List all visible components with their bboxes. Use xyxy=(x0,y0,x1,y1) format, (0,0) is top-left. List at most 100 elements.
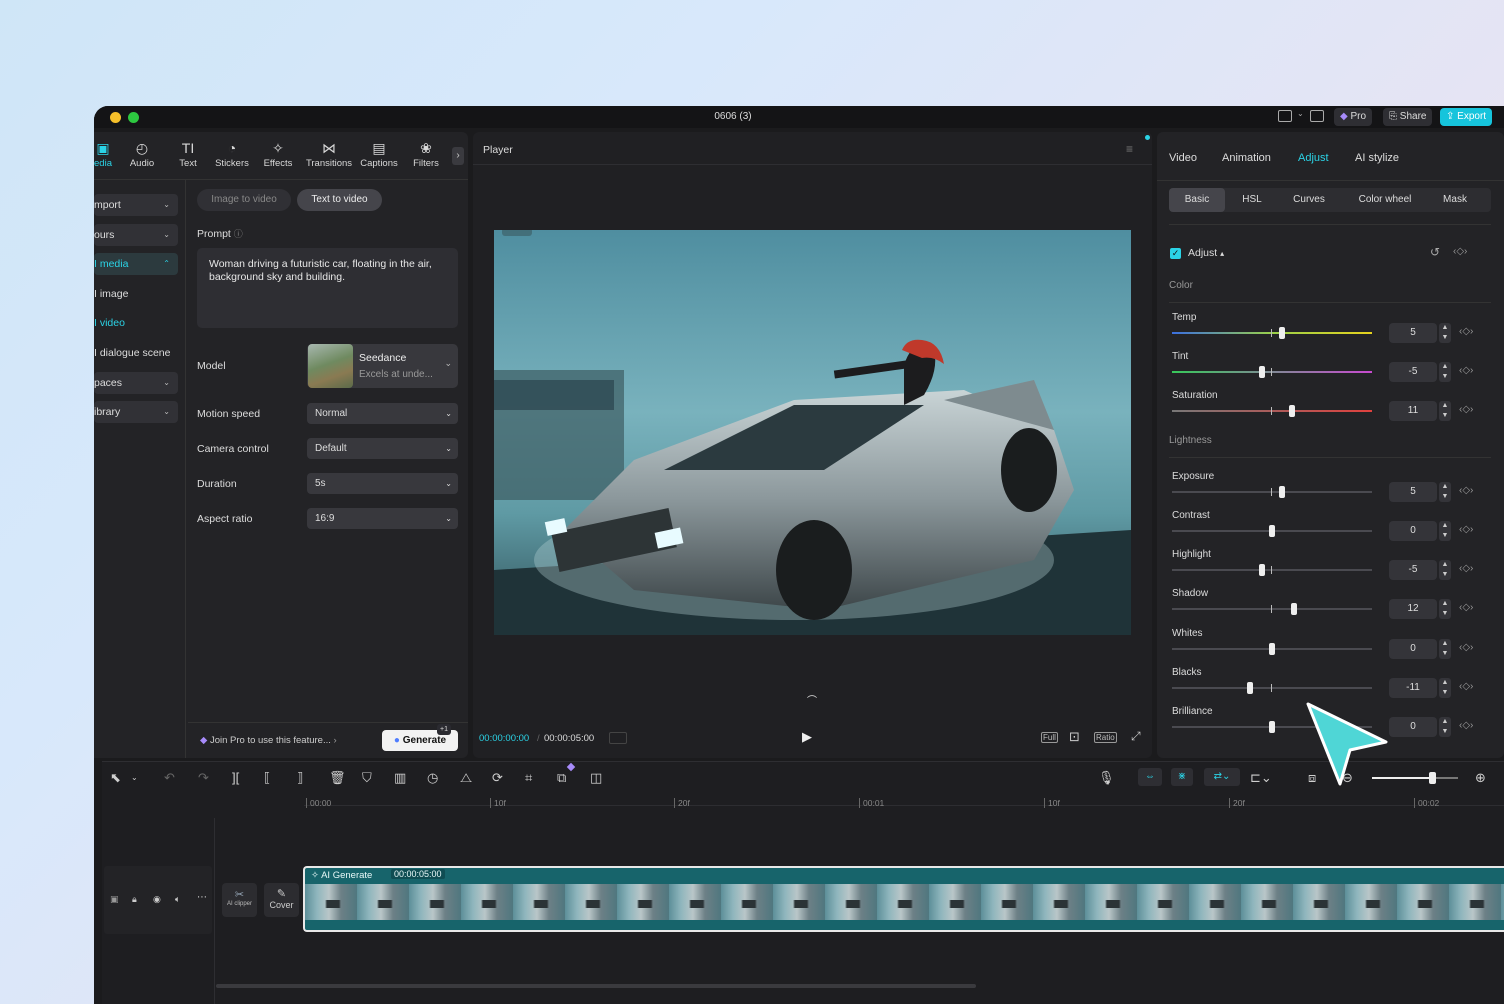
subtab-color-wheel[interactable]: Color wheel xyxy=(1349,188,1421,212)
split-icon[interactable]: ][ xyxy=(232,770,239,786)
toolbar-effects[interactable]: ✧ Effects xyxy=(260,140,296,169)
keyframe-icon[interactable]: ‹◇› xyxy=(1459,642,1473,653)
tab-text-to-video[interactable]: Text to video xyxy=(297,189,382,211)
stepper-icon[interactable]: ▲ ▼ xyxy=(1439,482,1451,502)
join-pro-link[interactable]: ◆ Join Pro to use this feature... › xyxy=(200,735,337,746)
stepper-icon[interactable]: ▲ ▼ xyxy=(1439,521,1451,541)
tab-video[interactable]: Video xyxy=(1169,152,1197,164)
undo-icon[interactable]: ↶ xyxy=(164,770,175,786)
slider-handle[interactable] xyxy=(1247,682,1253,694)
slider-value-highlight[interactable]: -5 xyxy=(1389,560,1437,580)
subtab-basic[interactable]: Basic xyxy=(1169,188,1225,212)
subtab-curves[interactable]: Curves xyxy=(1281,188,1337,212)
slider-value-tint[interactable]: -5 xyxy=(1389,362,1437,382)
ai-clipper-button[interactable]: ✂ AI clipper xyxy=(222,883,257,917)
slider-value-whites[interactable]: 0 xyxy=(1389,639,1437,659)
stepper-icon[interactable]: ▲ ▼ xyxy=(1439,599,1451,619)
slider-handle[interactable] xyxy=(1279,327,1285,339)
menu-icon[interactable]: ≡ xyxy=(1126,142,1133,156)
slider-handle[interactable] xyxy=(1289,405,1295,417)
slider-shadow[interactable] xyxy=(1172,603,1372,615)
keyframe-icon[interactable]: ‹◇› xyxy=(1453,246,1467,257)
lock-icon[interactable]: 🔒︎ xyxy=(132,894,137,905)
timeline-scrollbar[interactable] xyxy=(216,984,976,988)
microphone-icon[interactable]: 🎙 xyxy=(1098,770,1115,786)
slider-handle[interactable] xyxy=(1269,643,1275,655)
stepper-icon[interactable]: ▲ ▼ xyxy=(1439,323,1451,343)
sidebar-item-ai-dialogue[interactable]: I dialogue scene xyxy=(94,342,186,364)
stepper-icon[interactable]: ▲ ▼ xyxy=(1439,717,1451,737)
video-preview[interactable] xyxy=(494,230,1131,635)
slider-value-shadow[interactable]: 12 xyxy=(1389,599,1437,619)
layout-chevron-icon[interactable]: ⌄ xyxy=(1297,109,1304,118)
toolbar-more-chevron-icon[interactable]: › xyxy=(452,147,464,165)
slider-handle[interactable] xyxy=(1291,603,1297,615)
sidebar-item-ai-image[interactable]: I image xyxy=(94,283,178,305)
select-tool-icon[interactable]: ⬉ xyxy=(110,770,121,786)
stepper-icon[interactable]: ▲ ▼ xyxy=(1439,678,1451,698)
freeze-icon[interactable]: ▥ xyxy=(394,770,406,786)
magnet-link-icon[interactable]: ⇔ xyxy=(1138,768,1162,786)
model-select[interactable]: Seedance Excels at unde... ⌄ xyxy=(307,344,458,388)
toolbar-text[interactable]: TI Text xyxy=(174,140,202,169)
share-button[interactable]: ⎘ Share xyxy=(1383,108,1433,126)
split-left-icon[interactable]: ⟦ xyxy=(264,770,270,786)
toolbar-transitions[interactable]: ⋈ Transitions xyxy=(303,140,355,169)
track-thumbnail-icon[interactable]: ▣ xyxy=(110,894,119,905)
prompt-input[interactable]: Woman driving a futuristic car, floating… xyxy=(197,248,458,328)
subtab-hsl[interactable]: HSL xyxy=(1227,188,1277,212)
slider-value-exposure[interactable]: 5 xyxy=(1389,482,1437,502)
layout-icon[interactable] xyxy=(1278,110,1292,122)
stepper-icon[interactable]: ▲ ▼ xyxy=(1439,401,1451,421)
chevron-down-icon[interactable]: ⌄ xyxy=(131,770,138,786)
speed-icon[interactable]: ◷ xyxy=(427,770,438,786)
keyframe-icon[interactable]: ‹◇› xyxy=(1459,485,1473,496)
toolbar-audio[interactable]: ◴ Audio xyxy=(127,140,157,169)
slider-tint[interactable] xyxy=(1172,366,1372,378)
zoom-slider-handle[interactable] xyxy=(1429,772,1437,784)
timeline-ruler[interactable] xyxy=(304,794,1504,806)
zoom-fit-icon[interactable]: ⊡ xyxy=(1069,729,1080,745)
slider-exposure[interactable] xyxy=(1172,486,1372,498)
mirror-icon[interactable]: ⧍ xyxy=(460,770,472,786)
shortcut-icon[interactable] xyxy=(1310,110,1324,122)
sidebar-item-library[interactable]: ibrary ⌄ xyxy=(94,401,178,423)
keyframe-icon[interactable]: ‹◇› xyxy=(1459,720,1473,731)
slider-value-saturation[interactable]: 11 xyxy=(1389,401,1437,421)
motion-speed-select[interactable]: Normal ⌄ xyxy=(307,403,458,424)
auto-snap-icon[interactable]: ⋇ xyxy=(1171,768,1193,786)
adjust-checkbox[interactable]: ✓ xyxy=(1170,248,1181,259)
slider-handle[interactable] xyxy=(1279,486,1285,498)
sidebar-item-ai-media[interactable]: I media ⌃ xyxy=(94,253,178,275)
ai-edit-icon[interactable]: ⧉ xyxy=(557,770,566,786)
slider-highlight[interactable] xyxy=(1172,564,1372,576)
tab-ai-stylize[interactable]: AI stylize xyxy=(1355,152,1399,164)
full-button[interactable]: Full xyxy=(1041,732,1058,743)
aspect-ratio-select[interactable]: 16:9 ⌄ xyxy=(307,508,458,529)
keyframe-icon[interactable]: ‹◇› xyxy=(1459,602,1473,613)
play-button[interactable]: ▶ xyxy=(802,729,812,745)
subtab-mask[interactable]: Mask xyxy=(1429,188,1481,212)
shield-icon[interactable]: ⛉ xyxy=(362,770,372,786)
sidebar-item-ai-video[interactable]: I video xyxy=(94,312,178,334)
slider-blacks[interactable] xyxy=(1172,682,1372,694)
toolbar-media[interactable]: ▣ edia xyxy=(94,140,112,169)
keyframe-icon[interactable]: ‹◇› xyxy=(1459,365,1473,376)
keyframe-icon[interactable]: ‹◇› xyxy=(1459,404,1473,415)
eye-icon[interactable]: ◉ xyxy=(153,894,161,905)
redo-icon[interactable]: ↷ xyxy=(198,770,209,786)
sidebar-item-import[interactable]: mport ⌄ xyxy=(94,194,178,216)
keyframe-icon[interactable]: ‹◇› xyxy=(1459,524,1473,535)
sidebar-item-spaces[interactable]: paces ⌄ xyxy=(94,372,178,394)
pro-button[interactable]: ◆ Pro xyxy=(1334,108,1373,126)
volume-icon[interactable]: 🔈︎ xyxy=(175,894,180,905)
tab-adjust[interactable]: Adjust xyxy=(1298,152,1329,164)
toolbar-filters[interactable]: ❀ Filters xyxy=(408,140,444,169)
duration-select[interactable]: 5s ⌄ xyxy=(307,473,458,494)
slider-handle[interactable] xyxy=(1269,721,1275,733)
keyframe-icon[interactable]: ‹◇› xyxy=(1459,563,1473,574)
camera-control-select[interactable]: Default ⌄ xyxy=(307,438,458,459)
slider-handle[interactable] xyxy=(1259,564,1265,576)
stepper-icon[interactable]: ▲ ▼ xyxy=(1439,560,1451,580)
timecode-grid-icon[interactable] xyxy=(609,732,627,744)
